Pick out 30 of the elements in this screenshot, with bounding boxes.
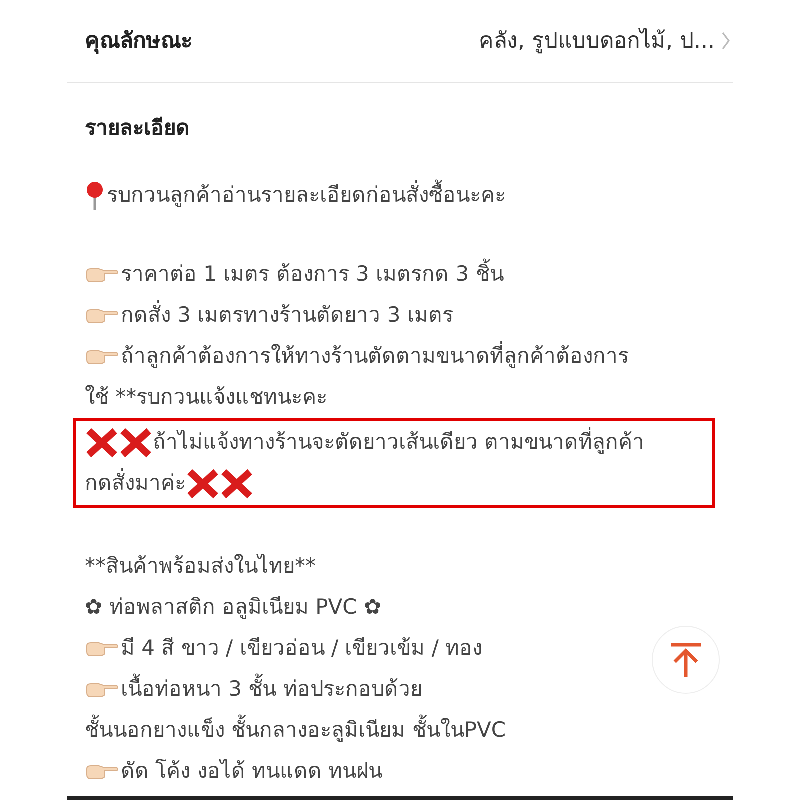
cross-mark-icon [119,428,153,458]
cross-mark-icon [85,428,119,458]
description-text: เนื้อท่อหนา 3 ชั้น ท่อประกอบด้วย [121,674,422,706]
chevron-right-icon [721,31,731,51]
description-text: **สินค้าพร้อมส่งในไทย** [85,552,316,580]
pointing-hand-icon [85,348,119,366]
pointing-hand-icon [85,266,119,284]
pointing-hand-icon [85,306,119,324]
description-text: ถ้าลูกค้าต้องการให้ทางร้านตัดตามขนาดที่ลูกค้าต้องการ [121,340,629,370]
description-text: กดสั่ง 3 เมตรทางร้านตัดยาว 3 เมตร [121,300,454,329]
cross-mark-icon [186,468,220,498]
pointing-hand-icon [85,680,119,698]
description-text: ชั้นนอกยางแข็ง ชั้นกลางอะลูมิเนียม ชั้นในPVC [85,714,506,746]
section-title: รายละเอียด [85,115,191,142]
attribute-row-link[interactable]: คลัง, รูปแบบดอกไม้, ป... [479,24,731,58]
pointing-hand-icon [85,640,119,658]
cross-mark-icon [220,468,254,498]
description-text: ราคาต่อ 1 เมตร ต้องการ 3 เมตรกด 3 ชิ้น [121,258,504,290]
description-text: รบกวนลูกค้าอ่านรายละเอียดก่อนสั่งซื้อนะคะ [107,180,506,212]
description-text: ✿ ท่อพลาสติก อลูมิเนียม PVC ✿ [85,594,382,622]
pointing-hand-icon [85,762,119,780]
pushpin-icon [85,180,105,210]
attribute-value: คลัง, รูปแบบดอกไม้, ป... [479,27,715,56]
description-text: ถ้าไม่แจ้งทางร้านจะตัดยาวเส้นเดียว ตามขนาดที่ลูกค้า [153,426,645,456]
description-text: ใช้ **รบกวนแจ้งแชทนะคะ [85,384,328,411]
attribute-label: คุณลักษณะ [85,28,193,56]
description-text: กดสั่งมาค่ะ [85,468,186,497]
description-text: มี 4 สี ขาว / เขียวอ่อน / เขียวเข้ม / ทอง [121,634,483,662]
arrow-up-icon [669,642,703,678]
description-text: ดัด โค้ง งอได้ ทนแดด ทนฝน [121,758,383,785]
